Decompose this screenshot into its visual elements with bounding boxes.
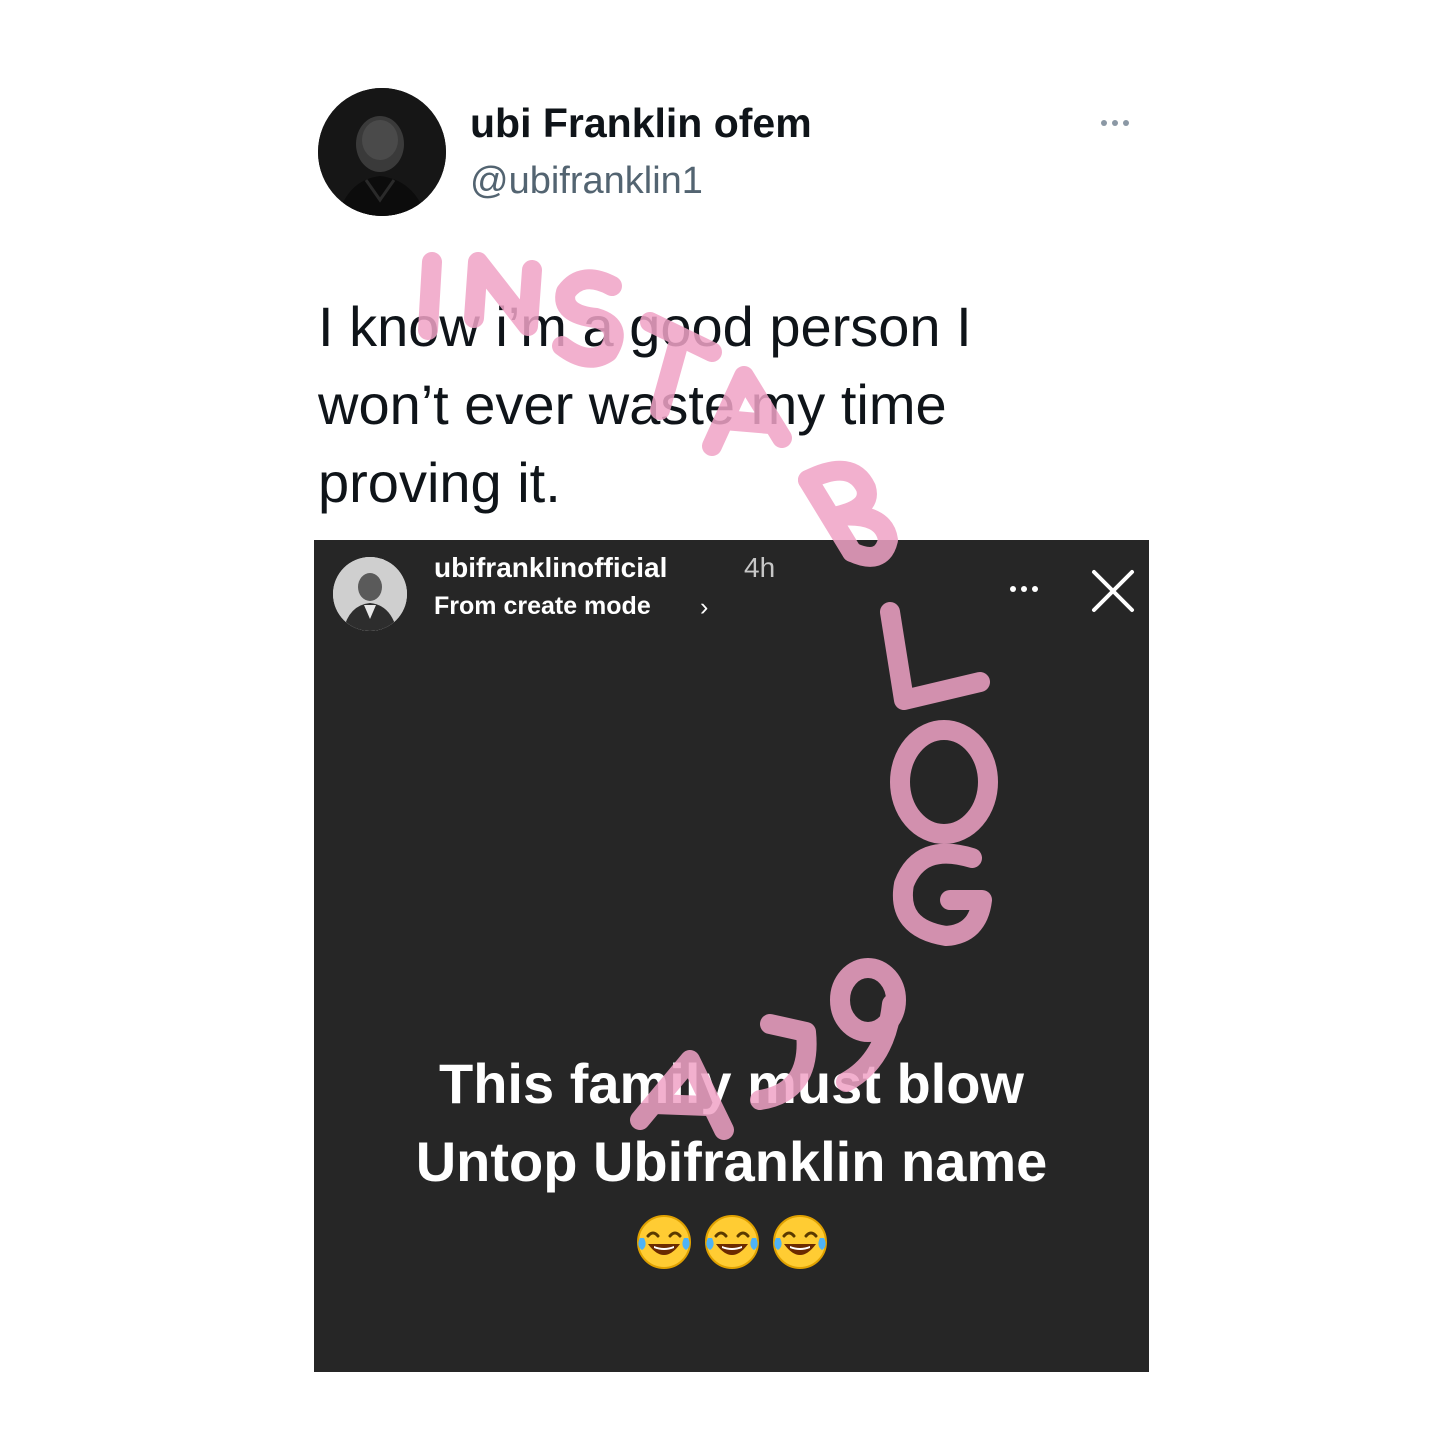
more-dot <box>1032 586 1038 592</box>
face-with-tears-of-joy-icon <box>772 1215 827 1269</box>
story-more-icon[interactable] <box>999 576 1049 602</box>
chevron-right-icon[interactable]: › <box>700 593 708 622</box>
story-avatar-photo-icon <box>333 557 407 631</box>
more-dot <box>1123 120 1129 126</box>
more-dot <box>1112 120 1118 126</box>
close-icon[interactable] <box>1089 567 1137 615</box>
story-time: 4h <box>744 552 776 583</box>
face-with-tears-of-joy-icon <box>636 1215 691 1269</box>
tweet-avatar[interactable] <box>318 88 446 216</box>
story-caption-line: Untop Ubifranklin name <box>415 1130 1048 1193</box>
more-dot <box>1021 586 1027 592</box>
story-subtitle-link[interactable]: From create mode <box>434 592 651 621</box>
story-username[interactable]: ubifranklinofficial <box>434 552 667 584</box>
close-x-icon <box>1092 570 1134 612</box>
story-avatar[interactable] <box>333 557 407 631</box>
tweet-text: I know i’m a good person I won’t ever wa… <box>318 295 972 514</box>
face-with-tears-of-joy-icon <box>704 1215 759 1269</box>
more-dot <box>1010 586 1016 592</box>
tweet-handle[interactable]: @ubifranklin1 <box>470 160 703 203</box>
story-screenshot: ubifranklinofficial 4h From create mode … <box>314 540 1149 1372</box>
tweet-display-name[interactable]: ubi Franklin ofem <box>470 100 812 147</box>
story-caption-line: This family must blow <box>439 1052 1024 1115</box>
more-dot <box>1101 120 1107 126</box>
story-emoji-row <box>314 1212 1149 1272</box>
tweet-more-icon[interactable] <box>1085 108 1145 138</box>
avatar-photo-icon <box>318 88 446 216</box>
story-caption: This family must blow Untop Ubifranklin … <box>314 1045 1149 1201</box>
